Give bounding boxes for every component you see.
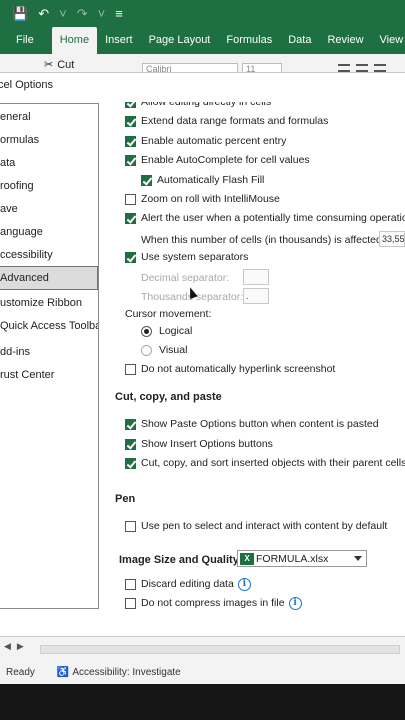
- cells-threshold-label: When this number of cells (in thousands)…: [141, 234, 385, 246]
- option-insert-options[interactable]: Show Insert Options buttons: [125, 436, 273, 452]
- option-flash-fill[interactable]: Automatically Flash Fill: [141, 172, 264, 188]
- section-cut-copy-paste: Cut, copy, and paste: [115, 391, 222, 403]
- thousands-separator-input[interactable]: .: [243, 288, 269, 304]
- checkbox[interactable]: [125, 135, 136, 147]
- right-arrow-icon[interactable]: ▶: [17, 641, 24, 652]
- radio[interactable]: [141, 325, 152, 337]
- checkbox[interactable]: [125, 363, 136, 375]
- nav-item-add-ins[interactable]: dd-ins: [0, 341, 98, 363]
- info-icon[interactable]: i: [237, 577, 251, 591]
- screen-bottom: [0, 684, 405, 720]
- nav-item-general[interactable]: eneral: [0, 106, 98, 128]
- checkbox[interactable]: [125, 193, 136, 205]
- nav-item-data[interactable]: ata: [0, 152, 98, 174]
- tab-data[interactable]: Data: [280, 27, 319, 54]
- option-zoom-roll[interactable]: Zoom on roll with IntelliMouse: [125, 191, 280, 207]
- option-allow-editing[interactable]: Allow editing directly in cells: [125, 102, 271, 110]
- accessibility-status[interactable]: ♿ Accessibility: Investigate: [57, 667, 181, 678]
- checkbox[interactable]: [125, 578, 136, 590]
- checkbox[interactable]: [125, 212, 136, 224]
- checkbox[interactable]: [125, 251, 136, 263]
- dropdown-chevron-icon[interactable]: ˅: [59, 7, 67, 20]
- accessibility-icon: ♿: [56, 666, 70, 678]
- checkbox[interactable]: [125, 520, 136, 532]
- cut-label: Cut: [57, 58, 75, 71]
- sheet-navigation-bar: ◀ ▶: [0, 636, 405, 660]
- checkbox[interactable]: [141, 174, 152, 186]
- radio[interactable]: [141, 344, 152, 356]
- option-extend-formats[interactable]: Extend data range formats and formulas: [125, 113, 328, 129]
- option-sort-objects[interactable]: Cut, copy, and sort inserted objects wit…: [125, 455, 405, 471]
- nav-item-trust-center[interactable]: rust Center: [0, 364, 98, 386]
- nav-item-save[interactable]: ave: [0, 198, 98, 220]
- more-icon[interactable]: ≡: [115, 7, 123, 20]
- nav-item-quick-access-toolbar[interactable]: Quick Access Toolbar: [0, 315, 98, 337]
- option-paste-options[interactable]: Show Paste Options button when content i…: [125, 416, 379, 432]
- quick-access-toolbar: 💾 ↶ ˅ ↷ ˅ ≡: [0, 0, 405, 27]
- sheet-scroll-arrows: ◀ ▶: [4, 641, 24, 652]
- nav-item-proofing[interactable]: roofing: [0, 175, 98, 197]
- scissors-icon: ✂: [44, 59, 54, 71]
- align-icon[interactable]: [338, 64, 350, 72]
- nav-item-advanced[interactable]: Advanced: [0, 266, 98, 290]
- tab-view[interactable]: View: [372, 27, 405, 54]
- align-icon[interactable]: [374, 64, 386, 72]
- tab-file[interactable]: File: [0, 27, 52, 54]
- radio-visual[interactable]: Visual: [141, 342, 187, 358]
- checkbox[interactable]: [125, 115, 136, 127]
- cursor-movement-label: Cursor movement:: [125, 308, 212, 320]
- dropdown-chevron-icon[interactable]: ˅: [98, 7, 106, 20]
- nav-item-customize-ribbon[interactable]: ustomize Ribbon: [0, 292, 98, 314]
- option-discard-editing[interactable]: Discard editing data i: [125, 576, 251, 592]
- decimal-separator-input[interactable]: [243, 269, 269, 285]
- checkbox[interactable]: [125, 438, 136, 450]
- decimal-separator-label: Decimal separator:: [141, 272, 230, 284]
- excel-options-dialog: cel Options eneral ormulas ata roofing a…: [0, 72, 405, 636]
- tab-page-layout[interactable]: Page Layout: [141, 27, 219, 54]
- option-use-pen[interactable]: Use pen to select and interact with cont…: [125, 518, 387, 534]
- checkbox[interactable]: [125, 154, 136, 166]
- nav-item-language[interactable]: anguage: [0, 221, 98, 243]
- horizontal-scrollbar[interactable]: [40, 645, 400, 654]
- redo-icon[interactable]: ↷: [77, 7, 88, 20]
- align-icon[interactable]: [356, 64, 368, 72]
- section-pen: Pen: [115, 493, 136, 505]
- checkbox[interactable]: [125, 597, 136, 609]
- info-icon[interactable]: i: [288, 596, 302, 610]
- option-autocomplete[interactable]: Enable AutoComplete for cell values: [125, 152, 310, 168]
- option-no-compress[interactable]: Do not compress images in file i: [125, 595, 302, 611]
- undo-icon[interactable]: ↶: [38, 7, 49, 20]
- option-system-separators[interactable]: Use system separators: [125, 249, 248, 265]
- checkbox[interactable]: [125, 418, 136, 430]
- status-ready: Ready: [6, 666, 35, 678]
- image-file-dropdown[interactable]: X FORMULA.xlsx: [237, 550, 367, 567]
- status-bar: Ready ♿ Accessibility: Investigate: [0, 660, 405, 684]
- save-icon[interactable]: 💾: [12, 7, 28, 20]
- checkbox[interactable]: [125, 102, 136, 108]
- option-auto-percent[interactable]: Enable automatic percent entry: [125, 133, 286, 149]
- option-alert-time[interactable]: Alert the user when a potentially time c…: [125, 210, 405, 226]
- radio-logical[interactable]: Logical: [141, 323, 192, 339]
- dialog-title: cel Options: [0, 79, 54, 91]
- nav-item-accessibility[interactable]: ccessibility: [0, 244, 98, 266]
- option-no-hyperlink[interactable]: Do not automatically hyperlink screensho…: [125, 361, 335, 377]
- chevron-down-icon: [354, 556, 362, 561]
- tab-insert[interactable]: Insert: [97, 27, 141, 54]
- cut-button[interactable]: ✂ Cut: [44, 58, 75, 72]
- section-image-size: Image Size and Quality: [119, 554, 239, 566]
- tab-formulas[interactable]: Formulas: [218, 27, 280, 54]
- cells-threshold-input[interactable]: 33,55: [379, 231, 405, 247]
- nav-item-formulas[interactable]: ormulas: [0, 129, 98, 151]
- excel-file-icon: X: [240, 552, 254, 565]
- tab-home[interactable]: Home: [51, 27, 98, 54]
- ribbon-tabs: File Home Insert Page Layout Formulas Da…: [0, 27, 405, 54]
- options-nav: eneral ormulas ata roofing ave anguage c…: [0, 103, 99, 609]
- left-arrow-icon[interactable]: ◀: [4, 641, 11, 652]
- checkbox[interactable]: [125, 457, 136, 469]
- tab-review[interactable]: Review: [319, 27, 371, 54]
